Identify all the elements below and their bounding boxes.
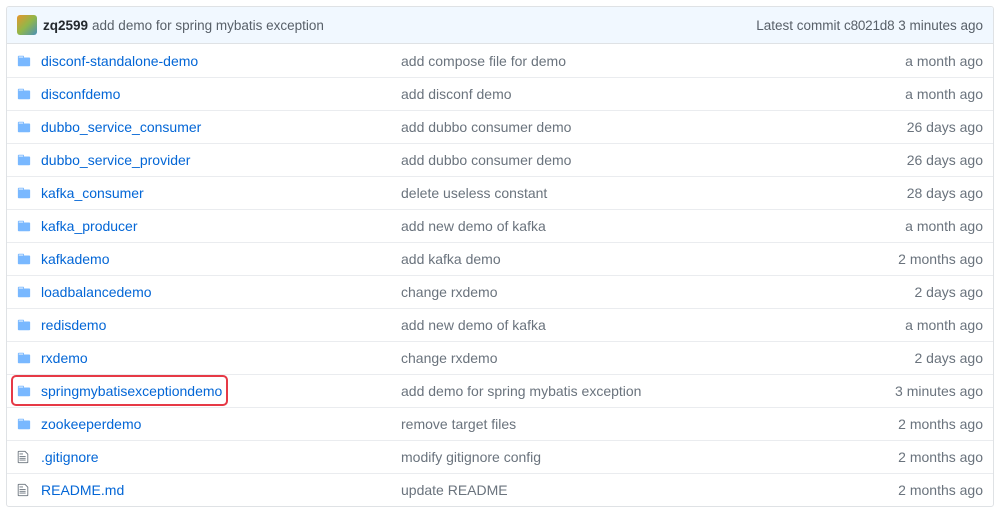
file-link[interactable]: disconf-standalone-demo (41, 53, 198, 69)
commit-message-cell[interactable]: add kafka demo (401, 249, 863, 269)
file-name-cell: .gitignore (41, 447, 401, 467)
time-cell: 3 minutes ago (863, 381, 983, 401)
time-cell: a month ago (863, 84, 983, 104)
file-list-box: zq2599 add demo for spring mybatis excep… (6, 6, 994, 507)
file-name-cell: kafkademo (41, 249, 401, 269)
file-name-cell: dubbo_service_provider (41, 150, 401, 170)
time-cell: 26 days ago (863, 150, 983, 170)
time-cell: 26 days ago (863, 117, 983, 137)
commit-header: zq2599 add demo for spring mybatis excep… (7, 7, 993, 44)
folder-icon (17, 87, 41, 101)
time-cell: 2 months ago (863, 447, 983, 467)
file-name-cell: disconf-standalone-demo (41, 51, 401, 71)
table-row: dubbo_service_provider add dubbo consumer… (7, 143, 993, 176)
commit-message-cell[interactable]: add compose file for demo (401, 51, 863, 71)
latest-commit-label: Latest commit (756, 18, 840, 33)
file-name-cell: redisdemo (41, 315, 401, 335)
file-name-cell: kafka_consumer (41, 183, 401, 203)
table-row: zookeeperdemo remove target files2 months… (7, 407, 993, 440)
file-link[interactable]: kafkademo (41, 251, 109, 267)
commit-message-cell[interactable]: remove target files (401, 414, 863, 434)
file-name-cell: zookeeperdemo (41, 414, 401, 434)
file-icon (17, 450, 41, 464)
avatar[interactable] (17, 15, 37, 35)
table-row: kafka_producer add new demo of kafkaa mon… (7, 209, 993, 242)
commit-message-cell[interactable]: add new demo of kafka (401, 315, 863, 335)
folder-icon (17, 120, 41, 134)
file-link[interactable]: rxdemo (41, 350, 88, 366)
commit-message-cell[interactable]: update README (401, 480, 863, 500)
table-row: dubbo_service_consumer add dubbo consumer… (7, 110, 993, 143)
commit-message-cell[interactable]: add demo for spring mybatis exception (401, 381, 863, 401)
time-cell: a month ago (863, 51, 983, 71)
table-row: redisdemo add new demo of kafkaa month ag… (7, 308, 993, 341)
folder-icon (17, 186, 41, 200)
file-link[interactable]: dubbo_service_provider (41, 152, 190, 168)
file-name-cell: README.md (41, 480, 401, 500)
folder-icon (17, 54, 41, 68)
commit-sha[interactable]: c8021d8 (844, 18, 894, 33)
folder-icon (17, 153, 41, 167)
file-link[interactable]: disconfdemo (41, 86, 120, 102)
time-cell: 2 days ago (863, 348, 983, 368)
file-icon (17, 483, 41, 497)
file-link[interactable]: dubbo_service_consumer (41, 119, 201, 135)
file-link[interactable]: zookeeperdemo (41, 416, 141, 432)
file-link[interactable]: redisdemo (41, 317, 106, 333)
file-link[interactable]: loadbalancedemo (41, 284, 152, 300)
time-cell: 2 months ago (863, 480, 983, 500)
file-name-cell: dubbo_service_consumer (41, 117, 401, 137)
table-row: kafkademo add kafka demo2 months ago (7, 242, 993, 275)
table-row: kafka_consumer delete useless constant28 … (7, 176, 993, 209)
file-name-cell: rxdemo (41, 348, 401, 368)
folder-icon (17, 417, 41, 431)
file-link[interactable]: .gitignore (41, 449, 99, 465)
commit-message-cell[interactable]: add dubbo consumer demo (401, 117, 863, 137)
commit-message-cell[interactable]: add dubbo consumer demo (401, 150, 863, 170)
time-cell: 2 months ago (863, 249, 983, 269)
file-name-cell: disconfdemo (41, 84, 401, 104)
file-link[interactable]: kafka_consumer (41, 185, 144, 201)
folder-icon (17, 384, 41, 398)
time-cell: 2 months ago (863, 414, 983, 434)
commit-message-cell[interactable]: change rxdemo (401, 348, 863, 368)
time-cell: a month ago (863, 315, 983, 335)
time-cell: 28 days ago (863, 183, 983, 203)
time-cell: 2 days ago (863, 282, 983, 302)
file-link[interactable]: kafka_producer (41, 218, 138, 234)
commit-message-cell[interactable]: modify gitignore config (401, 447, 863, 467)
table-row: .gitignore modify gitignore config2 month… (7, 440, 993, 473)
folder-icon (17, 318, 41, 332)
file-link[interactable]: springmybatisexceptiondemo (41, 383, 222, 399)
table-row: disconfdemo add disconf demoa month ago (7, 77, 993, 110)
commit-message-cell[interactable]: add disconf demo (401, 84, 863, 104)
time-cell: a month ago (863, 216, 983, 236)
commit-message-cell[interactable]: add new demo of kafka (401, 216, 863, 236)
folder-icon (17, 285, 41, 299)
commit-message[interactable]: add demo for spring mybatis exception (92, 18, 324, 33)
file-name-cell: kafka_producer (41, 216, 401, 236)
file-rows-container: disconf-standalone-demo add compose file … (7, 44, 993, 506)
latest-commit-info: Latest commit c8021d8 3 minutes ago (756, 18, 983, 33)
folder-icon (17, 252, 41, 266)
table-row: loadbalancedemo change rxdemo2 days ago (7, 275, 993, 308)
folder-icon (17, 351, 41, 365)
table-row: disconf-standalone-demo add compose file … (7, 44, 993, 77)
commit-message-cell[interactable]: change rxdemo (401, 282, 863, 302)
file-name-cell: springmybatisexceptiondemo (41, 381, 401, 401)
file-name-cell: loadbalancedemo (41, 282, 401, 302)
commit-message-cell[interactable]: delete useless constant (401, 183, 863, 203)
table-row: README.md update README2 months ago (7, 473, 993, 506)
table-row: rxdemo change rxdemo2 days ago (7, 341, 993, 374)
author-link[interactable]: zq2599 (43, 18, 88, 33)
commit-time: 3 minutes ago (898, 18, 983, 33)
file-link[interactable]: README.md (41, 482, 124, 498)
folder-icon (17, 219, 41, 233)
table-row: springmybatisexceptiondemo add demo for s… (7, 374, 993, 407)
